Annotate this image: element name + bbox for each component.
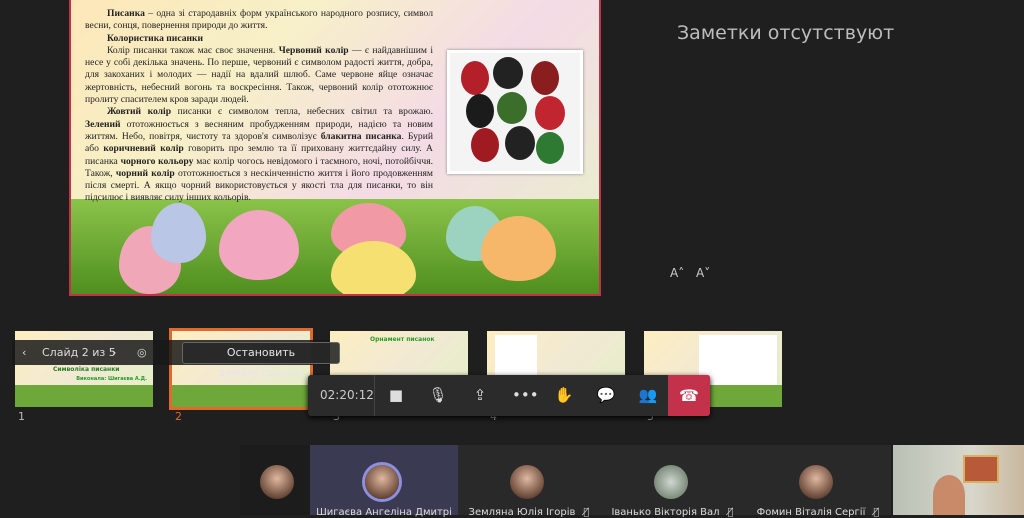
- call-timer: 02:20:12: [320, 388, 374, 402]
- participant-name: Земляна Юлія Ігорів: [468, 507, 576, 518]
- previous-slide-icon[interactable]: ‹: [22, 346, 26, 359]
- microphone-icon[interactable]: 🎙: [428, 385, 448, 405]
- slide-navigation-bar: ‹ Слайд 2 из 5 › ◎ Остановить демонстрац…: [12, 340, 340, 379]
- participant-name: Фомин Віталія Сергії: [756, 507, 866, 518]
- mic-muted-icon: 🎙̸: [583, 507, 590, 518]
- decrease-font-button[interactable]: A˅: [696, 266, 710, 280]
- camera-icon[interactable]: ■: [386, 385, 406, 405]
- thumb-title: Символіка писанки: [53, 366, 120, 373]
- slide-number: 2: [175, 410, 182, 423]
- participant-tile-active[interactable]: Шигаєва Ангеліна Дмитрі: [310, 445, 458, 518]
- participant-name: Іванько Вікторія Вал: [611, 507, 720, 518]
- participant-name: Шигаєва Ангеліна Дмитрі: [316, 507, 452, 518]
- call-controls: 02:20:12 ■ 🎙 ⇪ ••• ✋ 💬 👥 ☎: [308, 375, 710, 416]
- presentation-slide: Писанка – одна зі стародавніх форм украї…: [69, 0, 601, 296]
- eye-icon[interactable]: ◎: [137, 346, 147, 359]
- text-run: Зелений: [85, 118, 121, 130]
- next-slide-icon[interactable]: ›: [112, 346, 116, 359]
- text-run: коричневий колір: [103, 143, 184, 155]
- text-run: Писанка: [107, 8, 145, 19]
- slide-text: Писанка – одна зі стародавніх форм украї…: [85, 8, 433, 205]
- text-run: чорного кольору: [120, 155, 194, 167]
- chat-icon[interactable]: 💬: [596, 385, 616, 405]
- participant-tile[interactable]: Іванько Вікторія Вал 🎙̸: [600, 445, 745, 518]
- slide-number: 1: [18, 410, 25, 423]
- participant-tile[interactable]: Фомин Віталія Сергії 🎙̸: [745, 445, 891, 518]
- more-options-icon[interactable]: •••: [512, 385, 539, 405]
- participants-icon[interactable]: 👥: [638, 385, 658, 405]
- slide-paragraph: Колористика писанки: [85, 33, 433, 45]
- mic-muted-icon: 🎙̸: [873, 507, 880, 518]
- slide-paragraph: Писанка – одна зі стародавніх форм украї…: [85, 8, 433, 33]
- text-run: Червоний колір: [278, 44, 349, 56]
- thumb-author: Виконала: Шигаєва А.Д.: [76, 376, 147, 382]
- increase-font-button[interactable]: A˄: [670, 266, 684, 280]
- share-screen-icon[interactable]: ⇪: [470, 385, 490, 405]
- thumb-title: Орнамент писанок: [370, 336, 435, 343]
- text-run: блакитна писанка: [320, 130, 402, 142]
- text-run: чорний колір: [115, 167, 175, 179]
- stop-presenting-button[interactable]: Остановить демонстрацию: [182, 342, 340, 379]
- raise-hand-icon[interactable]: ✋: [554, 385, 574, 405]
- self-video: [893, 445, 1024, 515]
- participant-tile[interactable]: Земляна Юлія Ігорів 🎙̸: [458, 445, 600, 518]
- notes-empty-text: Заметки отсутствуют: [677, 22, 895, 44]
- text-run: Колір писанки також має своє значення.: [107, 44, 279, 56]
- slide-paragraph: Жовтий колір писанки є символом тепла, н…: [85, 106, 433, 204]
- text-run: Жовтий колір: [107, 106, 172, 118]
- pysanky-photo: [447, 50, 583, 174]
- hang-up-button[interactable]: ☎: [668, 375, 710, 416]
- slide-counter: Слайд 2 из 5: [42, 346, 116, 359]
- text-run: Колористика писанки: [107, 32, 204, 44]
- slide-paragraph: Колір писанки також має своє значення. Ч…: [85, 45, 433, 106]
- mic-muted-icon: 🎙̸: [727, 507, 734, 518]
- text-run: писанки є символом тепла, небесних світи…: [171, 106, 433, 118]
- participant-tile[interactable]: [240, 445, 310, 515]
